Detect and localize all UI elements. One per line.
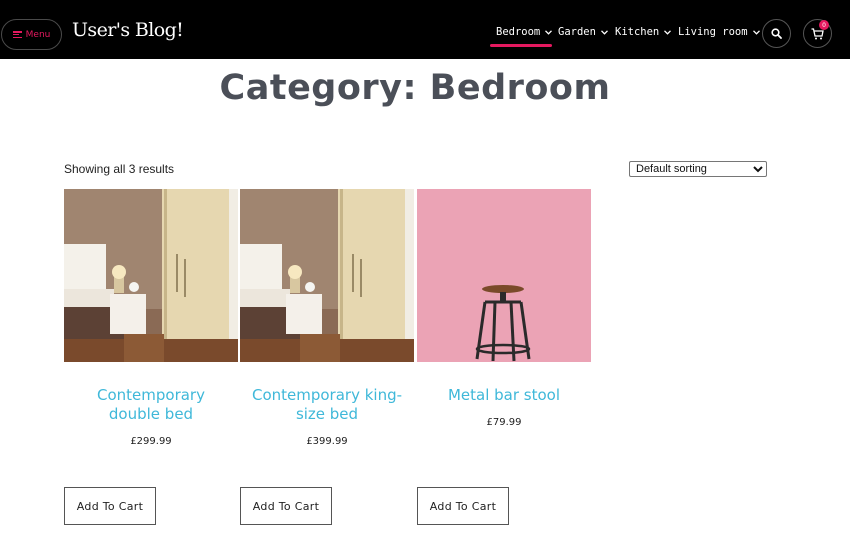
product-image-bed[interactable] [64, 189, 238, 362]
product-title[interactable]: Contemporary double bed [64, 386, 238, 424]
chevron-down-icon [664, 29, 672, 35]
product-price: £299.99 [130, 436, 172, 447]
add-to-cart-button[interactable]: Add To Cart [64, 487, 156, 525]
nav-active-indicator [490, 44, 552, 47]
site-title[interactable]: User's Blog! [72, 19, 184, 41]
site-header: Menu User's Blog! Bedroom Garden Kitchen… [0, 0, 850, 59]
product-card: Contemporary king-size bed £399.99 [240, 189, 414, 447]
add-to-cart-button[interactable]: Add To Cart [417, 487, 509, 525]
nav-label: Bedroom [496, 26, 541, 38]
cart-count-badge: 0 [819, 20, 829, 30]
search-button[interactable] [762, 19, 791, 48]
page-title: Category: Bedroom [219, 68, 611, 108]
product-image-bed[interactable] [240, 189, 414, 362]
nav-item-living-room[interactable]: Living room [678, 26, 760, 38]
product-card: Contemporary double bed £299.99 [64, 189, 238, 447]
nav-label: Kitchen [615, 26, 660, 38]
product-title[interactable]: Metal bar stool [417, 386, 591, 405]
nav-item-bedroom[interactable]: Bedroom [496, 26, 553, 38]
search-icon [771, 28, 782, 39]
product-price: £399.99 [306, 436, 348, 447]
chevron-down-icon [600, 29, 608, 35]
nav-item-garden[interactable]: Garden [558, 26, 608, 38]
menu-button[interactable]: Menu [1, 19, 62, 50]
nav-label: Garden [558, 26, 596, 38]
result-count: Showing all 3 results [64, 162, 175, 176]
nav-label: Living room [678, 26, 748, 38]
product-price: £79.99 [486, 417, 522, 428]
product-image-stool[interactable] [417, 189, 591, 362]
nav-item-kitchen[interactable]: Kitchen [615, 26, 672, 38]
add-to-cart-button[interactable]: Add To Cart [240, 487, 332, 525]
hamburger-icon [12, 31, 22, 38]
chevron-down-icon [545, 29, 553, 35]
menu-label: Menu [25, 29, 51, 40]
sort-select[interactable]: Default sorting [629, 161, 767, 177]
chevron-down-icon [752, 29, 760, 35]
product-title[interactable]: Contemporary king-size bed [240, 386, 414, 424]
product-card: Metal bar stool £79.99 [417, 189, 591, 428]
